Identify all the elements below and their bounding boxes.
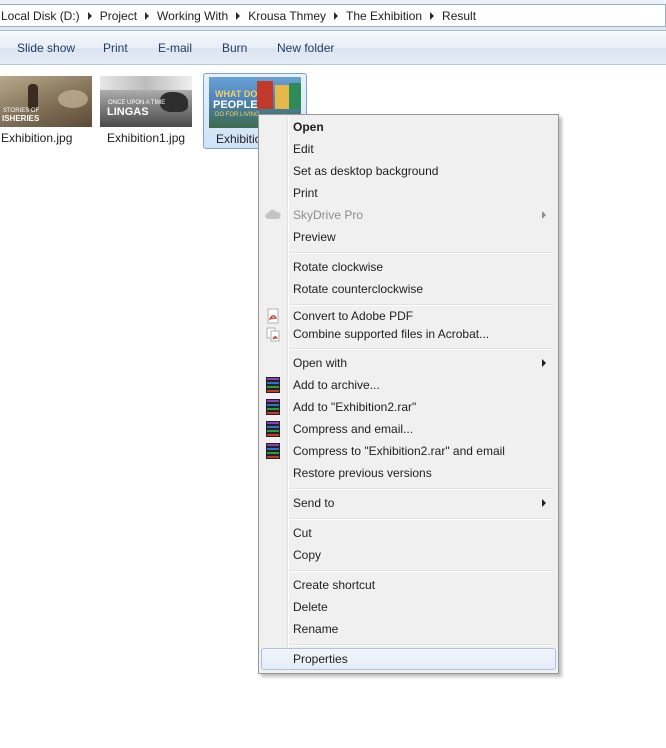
winrar-icon xyxy=(265,376,281,393)
winrar-icon xyxy=(265,420,281,437)
menu-item-open-with[interactable]: Open with xyxy=(261,352,556,374)
menu-separator xyxy=(290,252,554,254)
menu-item-label: Copy xyxy=(293,548,322,562)
menu-item-copy[interactable]: Copy xyxy=(261,544,556,566)
menu-item-compress-and-email[interactable]: Compress and email... xyxy=(261,418,556,440)
menu-item-label: Set as desktop background xyxy=(293,164,439,178)
menu-item-preview[interactable]: Preview xyxy=(261,226,556,248)
thumbnail-caption: DO FOR LIVING xyxy=(215,112,260,118)
winrar-icon xyxy=(265,442,281,459)
breadcrumb-arrow-icon[interactable] xyxy=(236,11,241,20)
breadcrumb-arrow-icon[interactable] xyxy=(145,11,150,20)
email-button[interactable]: E-mail xyxy=(158,41,192,55)
menu-item-label: Rotate clockwise xyxy=(293,260,384,274)
menu-item-label: Add to archive... xyxy=(293,378,380,392)
breadcrumb-project[interactable]: Project xyxy=(100,9,142,23)
menu-item-properties[interactable]: Properties xyxy=(261,648,556,670)
file-item[interactable]: ONCE UPON A TIME LINGAS Exhibition1.jpg xyxy=(95,73,199,149)
submenu-arrow-icon xyxy=(542,499,546,507)
acrobat-combine-icon xyxy=(265,326,281,342)
thumbnail-caption: LINGAS xyxy=(107,106,149,118)
file-thumbnail: ONCE UPON A TIME LINGAS xyxy=(100,76,192,127)
thumbnail-caption: PEOPLE xyxy=(213,99,258,111)
menu-item-send-to[interactable]: Send to xyxy=(261,492,556,514)
burn-button[interactable]: Burn xyxy=(222,41,247,55)
menu-item-label: Edit xyxy=(293,142,314,156)
menu-item-label: Cut xyxy=(293,526,312,540)
breadcrumb-working-with[interactable]: Working With xyxy=(157,9,233,23)
menu-item-rename[interactable]: Rename xyxy=(261,618,556,640)
menu-item-restore-previous-versions[interactable]: Restore previous versions xyxy=(261,462,556,484)
menu-item-set-desktop-background[interactable]: Set as desktop background xyxy=(261,160,556,182)
skydrive-cloud-icon xyxy=(265,207,281,223)
menu-separator xyxy=(290,644,554,646)
menu-item-label: SkyDrive Pro xyxy=(293,208,364,222)
menu-item-label: Delete xyxy=(293,600,328,614)
menu-item-label: Add to "Exhibition2.rar" xyxy=(293,400,417,414)
menu-item-add-to-archive[interactable]: Add to archive... xyxy=(261,374,556,396)
file-item[interactable]: STORIES OF ISHERIES Exhibition.jpg xyxy=(0,73,100,149)
file-view[interactable]: STORIES OF ISHERIES Exhibition.jpg ONCE … xyxy=(0,65,666,748)
breadcrumb-the-exhibition[interactable]: The Exhibition xyxy=(346,9,427,23)
breadcrumb-arrow-icon[interactable] xyxy=(334,11,338,20)
context-menu: Open Edit Set as desktop background Prin… xyxy=(258,114,559,674)
file-name: Exhibition.jpg xyxy=(1,131,73,145)
breadcrumb-krousa-thmey[interactable]: Krousa Thmey xyxy=(248,9,331,23)
menu-item-label: Open xyxy=(293,120,324,134)
print-button[interactable]: Print xyxy=(103,41,128,55)
menu-item-label: Rotate counterclockwise xyxy=(293,282,424,296)
breadcrumb-arrow-icon[interactable] xyxy=(430,11,435,20)
menu-item-edit[interactable]: Edit xyxy=(261,138,556,160)
menu-item-label: Open with xyxy=(293,356,348,370)
menu-item-label: Print xyxy=(293,186,318,200)
menu-item-open[interactable]: Open xyxy=(261,116,556,138)
menu-item-label: Convert to Adobe PDF xyxy=(293,309,414,323)
menu-item-label: Combine supported files in Acrobat... xyxy=(293,327,490,341)
menu-separator xyxy=(290,348,554,350)
menu-item-label: Rename xyxy=(293,622,339,636)
file-thumbnail: STORIES OF ISHERIES xyxy=(0,76,92,127)
menu-item-rotate-counterclockwise[interactable]: Rotate counterclockwise xyxy=(261,278,556,300)
menu-item-label: Create shortcut xyxy=(293,578,376,592)
slideshow-button[interactable]: Slide show xyxy=(17,41,75,55)
menu-item-compress-rar-and-email[interactable]: Compress to "Exhibition2.rar" and email xyxy=(261,440,556,462)
menu-item-label: Send to xyxy=(293,496,335,510)
breadcrumb-arrow-icon[interactable] xyxy=(87,11,92,20)
menu-item-delete[interactable]: Delete xyxy=(261,596,556,618)
breadcrumb-result[interactable]: Result xyxy=(442,9,481,23)
thumbnail-caption: WHAT DO xyxy=(215,89,258,99)
menu-item-label: Properties xyxy=(293,652,348,666)
menu-separator xyxy=(290,570,554,572)
submenu-arrow-icon xyxy=(542,211,546,219)
command-toolbar: Slide show Print E-mail Burn New folder xyxy=(0,32,666,65)
winrar-icon xyxy=(265,398,281,415)
breadcrumb[interactable]: Local Disk (D:) Project Working With Kro… xyxy=(0,4,666,27)
menu-item-print[interactable]: Print xyxy=(261,182,556,204)
menu-separator xyxy=(290,488,554,490)
menu-item-label: Restore previous versions xyxy=(293,466,432,480)
menu-item-label: Compress and email... xyxy=(293,422,414,436)
menu-item-cut[interactable]: Cut xyxy=(261,522,556,544)
menu-item-create-shortcut[interactable]: Create shortcut xyxy=(261,574,556,596)
address-bar: Local Disk (D:) Project Working With Kro… xyxy=(0,0,666,31)
file-name: Exhibition1.jpg xyxy=(107,131,186,145)
new-folder-button[interactable]: New folder xyxy=(277,41,334,55)
menu-item-label: Compress to "Exhibition2.rar" and email xyxy=(293,444,505,458)
menu-item-convert-to-pdf[interactable]: Convert to Adobe PDF xyxy=(261,307,556,325)
menu-item-skydrive-pro[interactable]: SkyDrive Pro xyxy=(261,204,556,226)
breadcrumb-local-disk[interactable]: Local Disk (D:) xyxy=(1,9,85,23)
menu-separator xyxy=(290,304,554,306)
menu-separator xyxy=(290,518,554,520)
adobe-pdf-icon xyxy=(265,308,281,324)
menu-item-rotate-clockwise[interactable]: Rotate clockwise xyxy=(261,256,556,278)
thumbnail-caption: ISHERIES xyxy=(2,114,40,123)
menu-item-combine-acrobat[interactable]: Combine supported files in Acrobat... xyxy=(261,325,556,343)
submenu-arrow-icon xyxy=(542,359,546,367)
menu-item-label: Preview xyxy=(293,230,336,244)
menu-item-add-to-rar[interactable]: Add to "Exhibition2.rar" xyxy=(261,396,556,418)
